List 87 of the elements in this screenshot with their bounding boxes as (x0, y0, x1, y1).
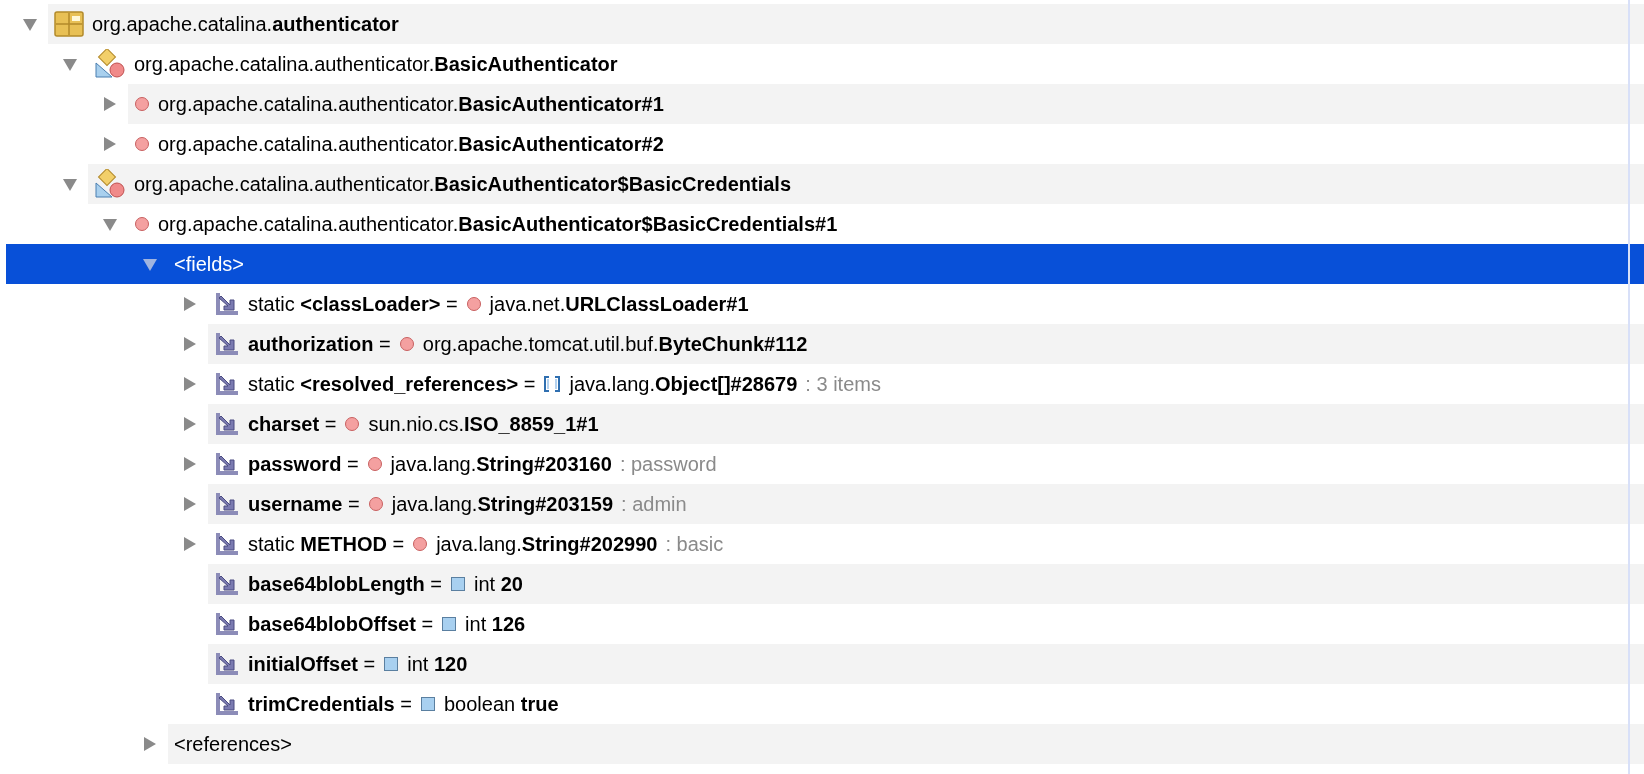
collapsed-triangle-icon[interactable] (182, 376, 198, 392)
field-arrow-icon (214, 491, 240, 517)
field-value: java.net.URLClassLoader#1 (489, 292, 749, 317)
collapsed-triangle-icon[interactable] (182, 336, 198, 352)
class-icon (94, 169, 126, 199)
collapsed-triangle-icon[interactable] (102, 136, 118, 152)
field-name: username = (248, 492, 360, 517)
package-icon (54, 11, 84, 37)
dot-icon (134, 136, 150, 152)
field-arrow-icon (214, 571, 240, 597)
selected-tree-row[interactable]: <fields> (6, 244, 1644, 284)
node-label: org.apache.catalina.authenticator.BasicAuthenticator#1 (158, 92, 664, 117)
tree-row[interactable]: base64blobOffset = int 126 (0, 604, 1644, 644)
collapsed-triangle-icon[interactable] (182, 496, 198, 512)
field-name: trimCredentials = (248, 692, 412, 717)
field-value: org.apache.tomcat.util.buf.ByteChunk#112 (422, 332, 808, 357)
tree-row[interactable]: org.apache.catalina.authenticator.BasicAuthenticator#2 (0, 124, 1644, 164)
field-value: java.lang.String#203160 (390, 452, 612, 477)
value-note: : basic (665, 532, 724, 557)
field-name: static <classLoader> = (248, 292, 458, 317)
field-value: java.lang.String#203159 (391, 492, 613, 517)
field-name: static <resolved_references> = (248, 372, 536, 397)
class-icon (94, 49, 126, 79)
field-arrow-icon (214, 651, 240, 677)
dot-icon (344, 416, 361, 432)
field-name: static METHOD = (248, 532, 405, 557)
field-name: authorization = (248, 332, 391, 357)
node-label: org.apache.catalina.authenticator.BasicAuthenticator$BasicCredentials (134, 172, 791, 197)
field-name: base64blobOffset = (248, 612, 434, 637)
value-note: : 3 items (805, 372, 881, 397)
field-arrow-icon (214, 531, 240, 557)
node-label: <fields> (174, 252, 245, 277)
node-label: org.apache.catalina.authenticator.BasicAuthenticator$BasicCredentials#1 (158, 212, 838, 237)
field-name: charset = (248, 412, 337, 437)
collapsed-triangle-icon[interactable] (182, 456, 198, 472)
tree-row[interactable]: static <classLoader> = java.net.URLClassLoader#1 (0, 284, 1644, 324)
field-name: password = (248, 452, 359, 477)
square-icon (383, 656, 400, 672)
value-note: : password (619, 452, 717, 477)
field-value: boolean true (443, 692, 559, 717)
tree-row[interactable]: org.apache.catalina.authenticator.BasicAuthenticator$BasicCredentials#1 (0, 204, 1644, 244)
dot-icon (134, 216, 150, 232)
field-arrow-icon (214, 411, 240, 437)
tree-row[interactable]: password = java.lang.String#203160 : password (0, 444, 1644, 484)
dot-icon (367, 496, 384, 512)
square-icon (449, 576, 466, 592)
field-name: initialOffset = (248, 652, 376, 677)
tree-row[interactable]: static METHOD = java.lang.String#202990 : basic (0, 524, 1644, 564)
tree-row[interactable]: static <resolved_references> = java.lang.Object[]#28679 : 3 items (0, 364, 1644, 404)
dot-icon (465, 296, 482, 312)
field-arrow-icon (214, 331, 240, 357)
field-value: sun.nio.cs.ISO_8859_1#1 (368, 412, 599, 437)
tree-row[interactable]: trimCredentials = boolean true (0, 684, 1644, 724)
field-arrow-icon (214, 691, 240, 717)
collapsed-triangle-icon[interactable] (142, 736, 158, 752)
field-name: base64blobLength = (248, 572, 442, 597)
collapsed-triangle-icon[interactable] (182, 296, 198, 312)
node-label: org.apache.catalina.authenticator (92, 12, 399, 37)
expanded-triangle-icon[interactable] (142, 256, 158, 272)
field-value: int 120 (407, 652, 468, 677)
field-arrow-icon (214, 291, 240, 317)
field-arrow-icon (214, 451, 240, 477)
collapsed-triangle-icon[interactable] (182, 536, 198, 552)
field-value: int 20 (473, 572, 523, 597)
dot-icon (134, 96, 150, 112)
field-arrow-icon (214, 611, 240, 637)
node-label: <references> (174, 732, 292, 757)
collapsed-triangle-icon[interactable] (182, 416, 198, 432)
square-icon (441, 616, 458, 632)
field-value: int 126 (465, 612, 526, 637)
value-note: : admin (621, 492, 687, 517)
square-icon (419, 696, 436, 712)
field-value: java.lang.Object[]#28679 (569, 372, 798, 397)
node-label: org.apache.catalina.authenticator.BasicAuthenticator#2 (158, 132, 664, 157)
collapsed-triangle-icon[interactable] (102, 96, 118, 112)
brackets-icon (543, 375, 562, 393)
tree-row[interactable]: org.apache.catalina.authenticator.BasicAuthenticator (0, 44, 1644, 84)
dot-icon (412, 536, 429, 552)
expanded-triangle-icon[interactable] (102, 216, 118, 232)
dot-icon (398, 336, 415, 352)
node-label: org.apache.catalina.authenticator.BasicAuthenticator (134, 52, 618, 77)
field-value: java.lang.String#202990 (436, 532, 658, 557)
field-arrow-icon (214, 371, 240, 397)
expanded-triangle-icon[interactable] (62, 176, 78, 192)
dot-icon (366, 456, 383, 472)
expanded-triangle-icon[interactable] (62, 56, 78, 72)
expanded-triangle-icon[interactable] (22, 16, 38, 32)
